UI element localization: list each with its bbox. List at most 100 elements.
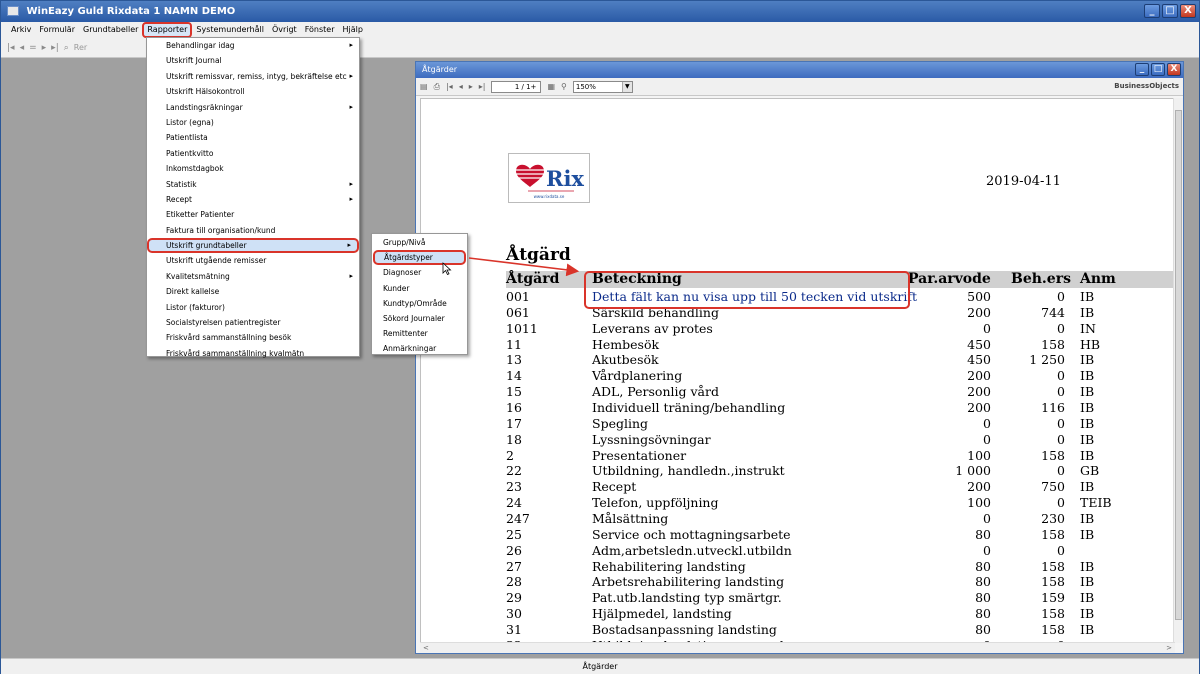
row-beh-ers: 0 (1057, 384, 1065, 400)
export-icon[interactable]: ▤ (420, 82, 428, 91)
rapporter-menu-item-label: Utskrift Hälsokontroll (166, 87, 245, 97)
submenu-item[interactable]: Kundtyp/Område (372, 296, 467, 311)
submenu-item[interactable]: Remittenter (372, 326, 467, 341)
row-beh-ers: 159 (1041, 590, 1065, 606)
rapporter-menu-item-label: Listor (fakturor) (166, 302, 225, 312)
menu-fonster[interactable]: Fönster (301, 23, 339, 37)
rapporter-menu-item-label: Behandlingar idag (166, 41, 235, 50)
status-text: Åtgärder (582, 662, 618, 671)
maximize-button[interactable]: □ (1162, 4, 1178, 18)
menu-arkiv[interactable]: Arkiv (7, 23, 35, 37)
row-beh-ers: 158 (1041, 447, 1065, 463)
report-page: Rix www.rixdata.se 2019-04-11 Åtgärd Åtg… (420, 98, 1175, 643)
rapporter-menu-item[interactable]: Utskrift grundtabeller ▸ (147, 238, 359, 254)
rapporter-menu-item[interactable]: Friskvård sammanställning kvalmätn (147, 346, 359, 361)
print-icon[interactable]: ⎙ (434, 82, 440, 92)
binoculars-icon[interactable]: ⚲ (561, 82, 567, 91)
submenu-item[interactable]: Grupp/Nivå (372, 235, 467, 250)
last-page-icon[interactable]: ▸| (479, 82, 486, 91)
submenu-item[interactable]: Anmärkningar (372, 341, 467, 356)
equals-icon[interactable]: = (29, 43, 37, 53)
row-anm: IB (1080, 511, 1095, 527)
report-row: 22 Utbildning, handledn.,instrukt 1 000 0 GB (421, 463, 1174, 479)
report-row: 30 Hjälpmedel, landsting 80 158 IB (421, 606, 1174, 622)
rapporter-menu-item[interactable]: Listor (egna) (147, 115, 359, 130)
rapporter-menu-item[interactable]: Utskrift Hälsokontroll (147, 84, 359, 99)
rapporter-menu-item[interactable]: Recept ▸ (147, 192, 359, 207)
row-name: Lyssningsövningar (592, 431, 711, 447)
rapporter-menu-item-label: Landstingsräkningar (166, 102, 243, 112)
menu-formular[interactable]: Formulär (35, 23, 79, 37)
rapporter-menu-item[interactable]: Socialstyrelsen patientregister (147, 315, 359, 330)
row-par-arvode: 80 (975, 558, 991, 574)
rapporter-menu-item[interactable]: Inkomstdagbok (147, 161, 359, 176)
rapporter-menu-item[interactable]: Patientlista (147, 130, 359, 145)
scroll-left-icon[interactable]: < (423, 643, 429, 654)
rapporter-menu: Behandlingar idag ▸ Utskrift Journal Utskri… (146, 37, 360, 358)
row-anm: IB (1080, 415, 1095, 431)
rapporter-menu-item[interactable]: Friskvård sammanställning besök (147, 330, 359, 345)
submenu-arrow-icon: ▸ (349, 179, 353, 188)
vertical-scrollbar[interactable] (1173, 98, 1183, 643)
previous-record-icon[interactable]: ◂ (20, 43, 25, 53)
menu-hjalp[interactable]: Hjälp (339, 23, 367, 37)
menu-ovrigt[interactable]: Övrigt (268, 23, 301, 37)
report-row: 15 ADL, Personlig vård 200 0 IB (421, 384, 1174, 400)
report-row: 14 Vårdplanering 200 0 IB (421, 368, 1174, 384)
menu-systemunderhall[interactable]: Systemunderhåll (192, 23, 268, 37)
row-code: 061 (506, 304, 530, 320)
submenu-item[interactable]: Kunder (372, 281, 467, 296)
rapporter-menu-item[interactable]: Listor (fakturor) (147, 300, 359, 315)
column-header-anm: Anm (1080, 271, 1116, 287)
page-indicator[interactable]: 1 / 1+ (491, 80, 542, 93)
last-record-icon[interactable]: ▸| (51, 43, 59, 53)
row-code: 247 (506, 511, 530, 527)
row-par-arvode: 80 (975, 574, 991, 590)
scroll-right-icon[interactable]: > (1166, 643, 1172, 654)
rapporter-menu-item[interactable]: Statistik ▸ (147, 177, 359, 192)
toggle-tree-icon[interactable]: ▦ (547, 82, 555, 91)
rapporter-menu-item-label: Listor (egna) (166, 117, 214, 127)
rapporter-menu-item[interactable]: Utskrift Journal (147, 53, 359, 68)
rapporter-menu-item-label: Inkomstdagbok (166, 164, 224, 174)
grundtabeller-submenu: Grupp/Nivå Åtgärdstyper Diagnoser Kunder Kun… (371, 233, 468, 355)
row-beh-ers: 158 (1041, 622, 1065, 638)
previous-page-icon[interactable]: ◂ (459, 82, 463, 91)
rapporter-menu-item[interactable]: Patientkvitto (147, 146, 359, 161)
rapporter-menu-item[interactable]: Landstingsräkningar ▸ (147, 100, 359, 115)
report-minimize-button[interactable]: _ (1135, 63, 1149, 76)
first-page-icon[interactable]: |◂ (446, 82, 453, 91)
zoom-select[interactable]: 150% ▼ (572, 80, 633, 93)
report-maximize-button[interactable]: □ (1151, 63, 1165, 76)
row-name: Bostadsanpassning landsting (592, 622, 777, 638)
rapporter-menu-item[interactable]: Direkt kallelse (147, 284, 359, 299)
rapporter-menu-item[interactable]: Etiketter Patienter (147, 207, 359, 222)
search-icon[interactable]: ⌕ (64, 43, 69, 53)
menu-rapporter[interactable]: Rapporter (142, 22, 193, 38)
status-bar: Åtgärder (1, 658, 1199, 674)
rapporter-menu-item[interactable]: Faktura till organisation/kund (147, 223, 359, 238)
toolbar-label[interactable]: Rer (74, 43, 87, 52)
report-close-button[interactable]: X (1167, 63, 1181, 76)
rapporter-menu-item[interactable]: Behandlingar idag ▸ (147, 38, 359, 53)
rapporter-menu-item[interactable]: Kvalitetsmätning ▸ (147, 269, 359, 284)
next-record-icon[interactable]: ▸ (42, 43, 47, 53)
rapporter-menu-item-label: Friskvård sammanställning besök (166, 333, 292, 343)
menu-grundtabeller[interactable]: Grundtabeller (79, 23, 142, 37)
submenu-arrow-icon: ▸ (349, 102, 353, 111)
next-page-icon[interactable]: ▸ (469, 82, 473, 91)
row-beh-ers: 0 (1057, 368, 1065, 384)
rapporter-menu-item[interactable]: Utskrift utgående remisser (147, 253, 359, 268)
horizontal-scrollbar[interactable]: < > (420, 642, 1175, 653)
submenu-item[interactable]: Sökord Journaler (372, 311, 467, 326)
minimize-button[interactable]: _ (1144, 4, 1160, 18)
row-par-arvode: 200 (967, 400, 991, 416)
row-name: Telefon, uppföljning (592, 495, 719, 511)
row-par-arvode: 80 (975, 590, 991, 606)
first-record-icon[interactable]: |◂ (7, 43, 15, 53)
row-anm: GB (1080, 463, 1100, 479)
menu-bar: Arkiv Formulär Grundtabeller Rapporter S… (1, 22, 1199, 38)
vertical-scroll-thumb[interactable] (1175, 110, 1182, 620)
rapporter-menu-item[interactable]: Utskrift remissvar, remiss, intyg, bekrä… (147, 69, 359, 84)
close-button[interactable]: X (1180, 4, 1196, 18)
